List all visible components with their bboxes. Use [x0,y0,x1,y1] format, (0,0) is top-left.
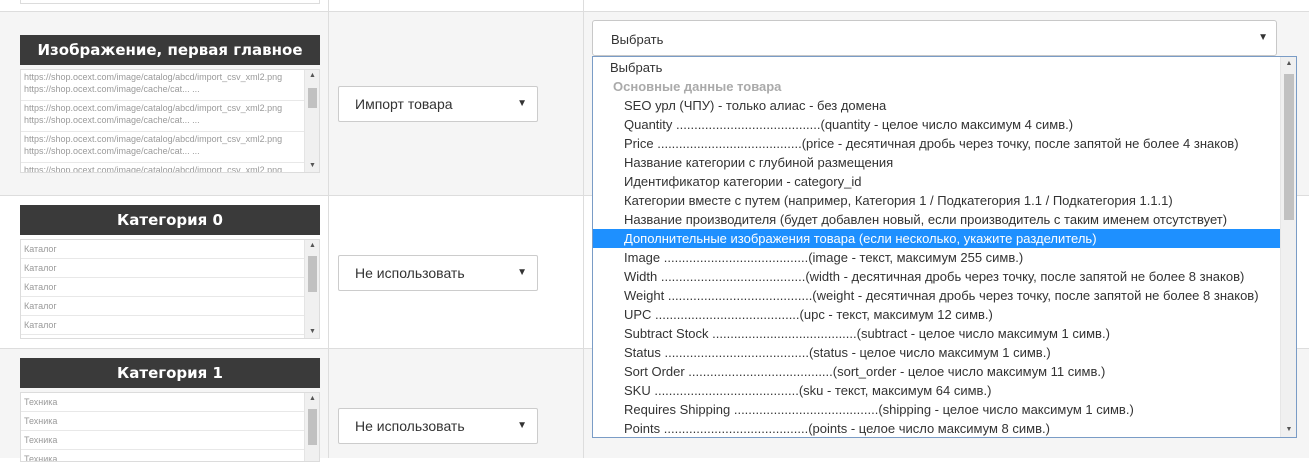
list-item: Техника [21,393,305,412]
import-mode-select[interactable]: Импорт товара ▼ [338,86,538,122]
scrollbar[interactable]: ▲ ▼ [1280,57,1296,437]
dropdown-option[interactable]: Requires Shipping ......................… [593,400,1282,419]
dropdown-option[interactable]: Название производителя (будет добавлен н… [593,210,1282,229]
import-mode-value: Импорт товара [355,96,453,112]
option-group-label: Основные данные товара [613,79,782,94]
list-item: Техника [21,450,305,461]
scroll-up-icon[interactable]: ▲ [305,393,319,405]
field-select-value: Выбрать [611,32,664,47]
dropdown-option[interactable]: Идентификатор категории - category_id [593,172,1282,191]
dropdown-option[interactable]: Название категории с глубиной размещения [593,153,1282,172]
dropdown-option[interactable]: Image ..................................… [593,248,1282,267]
dropdown-option[interactable]: Дополнительные изображения товара (если … [593,229,1282,248]
scrollbar[interactable]: ▲ ▼ [304,240,319,338]
chevron-down-icon: ▼ [517,267,527,278]
scroll-down-icon[interactable]: ▼ [1281,423,1296,437]
scroll-up-icon[interactable]: ▲ [305,70,319,82]
sample-values-list[interactable]: Каталог Каталог Каталог Каталог Каталог … [20,239,320,339]
scrollbar-thumb[interactable] [308,88,317,108]
dropdown-option[interactable]: Sort Order .............................… [593,362,1282,381]
dropdown-option[interactable]: Quantity ...............................… [593,115,1282,134]
list-item: https://shop.ocext.com/image/catalog/abc… [21,70,305,101]
scrollbar[interactable]: ▲ [304,393,319,461]
list-item: Каталог [21,316,305,335]
dropdown-option[interactable]: Price ..................................… [593,134,1282,153]
list-item: Каталог [21,278,305,297]
column-header: Категория 0 [20,205,320,235]
field-select-dropdown[interactable]: Выбрать Основные данные товара SEO урл (ЧП… [592,56,1297,438]
chevron-down-icon: ▼ [1258,32,1268,43]
dropdown-option[interactable]: SEO урл (ЧПУ) - только алиас - без домен… [593,96,1282,115]
dropdown-option[interactable]: Weight .................................… [593,286,1282,305]
list-item: https://shop.ocext.com/image/catalog/abc… [21,163,305,172]
scrollbar-thumb[interactable] [308,409,317,445]
row-divider [0,11,1309,12]
column-divider [583,0,584,458]
dropdown-option[interactable]: Выбрать [593,58,1282,77]
list-item: Каталог [21,259,305,278]
import-mode-select[interactable]: Не использовать ▼ [338,408,538,444]
column-header: Категория 1 [20,358,320,388]
field-select[interactable]: Выбрать ▼ [592,20,1277,56]
import-mode-value: Не использовать [355,265,465,281]
scroll-down-icon[interactable]: ▼ [305,326,319,338]
scrollbar[interactable]: ▲ ▼ [304,70,319,172]
dropdown-option[interactable]: Status .................................… [593,343,1282,362]
dropdown-option[interactable]: Категории вместе с путем (например, Кате… [593,191,1282,210]
list-item: Техника [21,431,305,450]
column-header: Изображение, первая главное [20,35,320,65]
chevron-down-icon: ▼ [517,98,527,109]
dropdown-option[interactable]: Width ..................................… [593,267,1282,286]
list-item: Техника [21,412,305,431]
dropdown-option[interactable]: Subtract Stock .........................… [593,324,1282,343]
import-mode-select[interactable]: Не использовать ▼ [338,255,538,291]
column-divider [328,0,329,458]
scroll-up-icon[interactable]: ▲ [1281,57,1296,71]
dropdown-option[interactable]: UPC ....................................… [593,305,1282,324]
scroll-down-icon[interactable]: ▼ [305,160,319,172]
list-item: https://shop.ocext.com/image/catalog/abc… [21,132,305,163]
sample-values-list[interactable]: https://shop.ocext.com/image/catalog/abc… [20,69,320,173]
chevron-down-icon: ▼ [517,420,527,431]
sample-values-list[interactable]: Техника Техника Техника Техника ▲ [20,392,320,462]
dropdown-option[interactable]: SKU ....................................… [593,381,1282,400]
import-mode-value: Не использовать [355,418,465,434]
scrollbar-thumb[interactable] [1284,74,1294,220]
scroll-up-icon[interactable]: ▲ [305,240,319,252]
dropdown-option[interactable]: Points .................................… [593,419,1282,437]
scrollbar-thumb[interactable] [308,256,317,292]
list-item: Каталог [21,297,305,316]
sample-list-partial [20,0,320,4]
list-item: Каталог [21,240,305,259]
list-item: https://shop.ocext.com/image/catalog/abc… [21,101,305,132]
